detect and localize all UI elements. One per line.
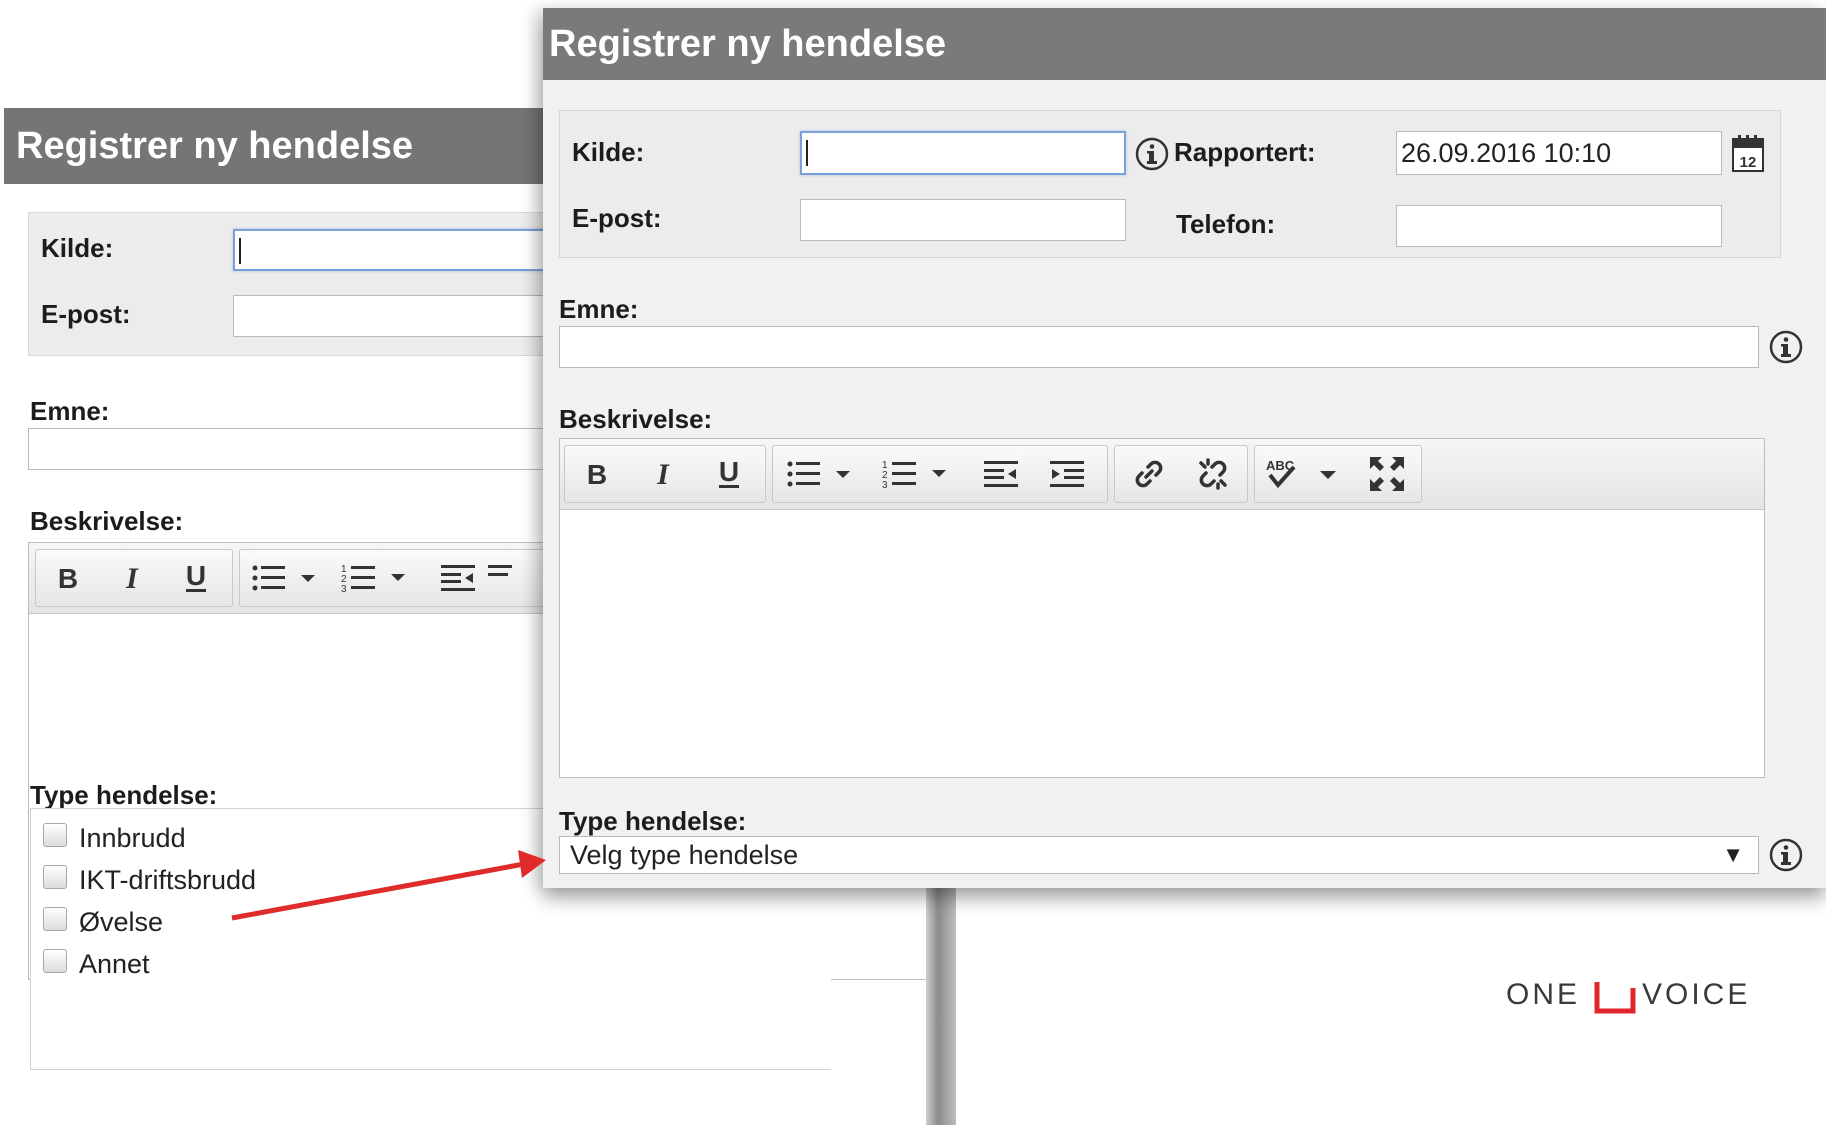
- underline-icon[interactable]: U: [697, 446, 761, 502]
- back-indent-icon[interactable]: [488, 550, 512, 606]
- back-bold-icon[interactable]: B: [36, 550, 100, 606]
- type-selected-value: Velg type hendelse: [570, 840, 799, 870]
- front-emne-label: Emne:: [559, 294, 639, 324]
- svg-text:3: 3: [882, 480, 888, 490]
- maximize-icon[interactable]: [1355, 446, 1419, 502]
- checkbox[interactable]: [43, 949, 67, 973]
- check-label: Annet: [79, 949, 150, 979]
- front-editor-toolbar: B I U 123 ABC: [560, 439, 1764, 510]
- spellcheck-icon[interactable]: ABC: [1259, 446, 1349, 502]
- checkbox[interactable]: [43, 823, 67, 847]
- back-numbered-list-icon[interactable]: 123: [336, 550, 416, 606]
- checkbox[interactable]: [43, 907, 67, 931]
- bulleted-list-icon[interactable]: [779, 446, 863, 502]
- back-italic-icon[interactable]: I: [100, 550, 164, 606]
- svg-text:B: B: [58, 563, 78, 593]
- back-kilde-label: Kilde:: [41, 233, 114, 263]
- check-label: Innbrudd: [79, 823, 186, 853]
- front-epost-label: E-post:: [572, 203, 662, 233]
- telefon-input[interactable]: [1396, 205, 1722, 247]
- svg-text:I: I: [656, 459, 670, 489]
- back-underline-icon[interactable]: U: [164, 550, 228, 606]
- check-label: IKT-driftsbrudd: [79, 865, 257, 895]
- front-type-label: Type hendelse:: [559, 806, 747, 836]
- numbered-list-icon[interactable]: 123: [875, 446, 959, 502]
- svg-text:3: 3: [341, 584, 347, 594]
- svg-text:12: 12: [1740, 154, 1757, 171]
- svg-text:U: U: [719, 457, 739, 487]
- back-format-group: B I U: [35, 549, 233, 607]
- outdent-icon[interactable]: [969, 446, 1033, 502]
- logo-text-voice: VOICE: [1642, 978, 1751, 1011]
- front-description-editor[interactable]: B I U 123 ABC: [559, 438, 1765, 778]
- front-form-panel: Registrer ny hendelse Kilde: Rapportert:…: [543, 8, 1826, 888]
- link-icon[interactable]: [1117, 446, 1181, 502]
- unlink-icon[interactable]: [1181, 446, 1245, 502]
- front-kilde-input[interactable]: [800, 131, 1126, 175]
- check-label: Øvelse: [79, 907, 164, 937]
- logo-mark-icon: [1594, 982, 1636, 1014]
- svg-text:U: U: [186, 561, 206, 591]
- tools-group: ABC: [1254, 445, 1422, 503]
- front-beskrivelse-label: Beskrivelse:: [559, 404, 713, 434]
- back-type-label: Type hendelse:: [30, 780, 218, 810]
- back-outdent-icon[interactable]: [426, 550, 490, 606]
- front-emne-input[interactable]: [559, 326, 1759, 368]
- kilde-info-icon[interactable]: [1135, 137, 1169, 171]
- front-epost-input[interactable]: [800, 199, 1126, 241]
- svg-text:I: I: [125, 563, 139, 593]
- telefon-label: Telefon:: [1176, 209, 1276, 239]
- dropdown-arrow-icon: ▼: [1722, 842, 1744, 867]
- logo-text-one: ONE: [1506, 978, 1581, 1011]
- indent-icon[interactable]: [1035, 446, 1099, 502]
- front-kilde-label: Kilde:: [572, 137, 645, 167]
- emne-info-icon[interactable]: [1769, 330, 1803, 364]
- back-emne-label: Emne:: [30, 396, 110, 426]
- format-group: B I U: [564, 445, 766, 503]
- rapportert-input[interactable]: 26.09.2016 10:10: [1396, 131, 1722, 175]
- front-form-title: Registrer ny hendelse: [543, 8, 1826, 80]
- svg-text:B: B: [587, 459, 607, 489]
- italic-icon[interactable]: I: [631, 446, 695, 502]
- back-epost-label: E-post:: [41, 299, 131, 329]
- checkbox[interactable]: [43, 865, 67, 889]
- back-beskrivelse-label: Beskrivelse:: [30, 506, 184, 536]
- bold-icon[interactable]: B: [565, 446, 629, 502]
- calendar-icon[interactable]: 12: [1732, 135, 1764, 173]
- rapportert-label: Rapportert:: [1174, 137, 1316, 167]
- type-info-icon[interactable]: [1769, 838, 1803, 872]
- back-bulleted-list-icon[interactable]: [246, 550, 326, 606]
- link-group: [1114, 445, 1248, 503]
- front-contact-fieldset: Kilde: Rapportert: 26.09.2016 10:10 12 E…: [559, 110, 1781, 258]
- list-group: 123: [772, 445, 1108, 503]
- panel-shadow: [926, 880, 956, 1125]
- type-hendelse-select[interactable]: Velg type hendelse ▼: [559, 836, 1759, 874]
